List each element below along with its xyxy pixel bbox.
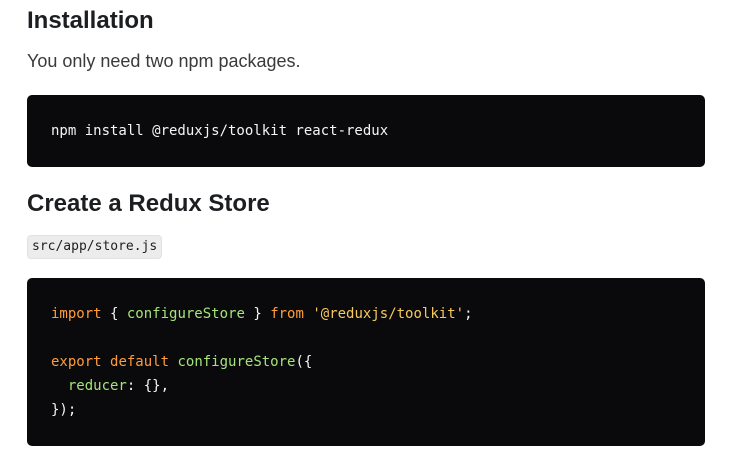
semicolon: ; xyxy=(464,306,473,322)
keyword-from: from xyxy=(270,306,304,322)
identifier-configure-store: configureStore xyxy=(126,306,245,322)
call-open: ({ xyxy=(295,354,313,370)
code-line-reducer: reducer: {}, xyxy=(51,374,681,398)
installation-heading: Installation xyxy=(27,7,154,34)
brace-close: } xyxy=(244,306,271,322)
brace-open: { xyxy=(101,306,127,322)
code-line-close: }); xyxy=(51,398,681,422)
property-reducer: reducer xyxy=(67,378,127,394)
keyword-export: export xyxy=(51,354,102,370)
installation-intro: You only need two npm packages. xyxy=(27,51,301,71)
reducer-value: : {}, xyxy=(126,378,170,394)
module-string: '@reduxjs/toolkit' xyxy=(312,306,465,322)
keyword-default: default xyxy=(110,354,170,370)
code-line-export: export default configureStore({ xyxy=(51,350,681,374)
file-path-label: src/app/store.js xyxy=(27,235,163,259)
call-close: }); xyxy=(51,402,77,418)
identifier-configure-store-call: configureStore xyxy=(177,354,296,370)
create-store-heading: Create a Redux Store xyxy=(27,190,270,217)
install-code-block[interactable]: npm install @reduxjs/toolkit react-redux xyxy=(27,95,705,167)
store-code-block[interactable]: import { configureStore } from '@reduxjs… xyxy=(27,278,705,446)
keyword-import: import xyxy=(51,306,102,322)
code-line-import: import { configureStore } from '@reduxjs… xyxy=(51,302,681,326)
install-command: npm install @reduxjs/toolkit react-redux xyxy=(51,123,389,139)
